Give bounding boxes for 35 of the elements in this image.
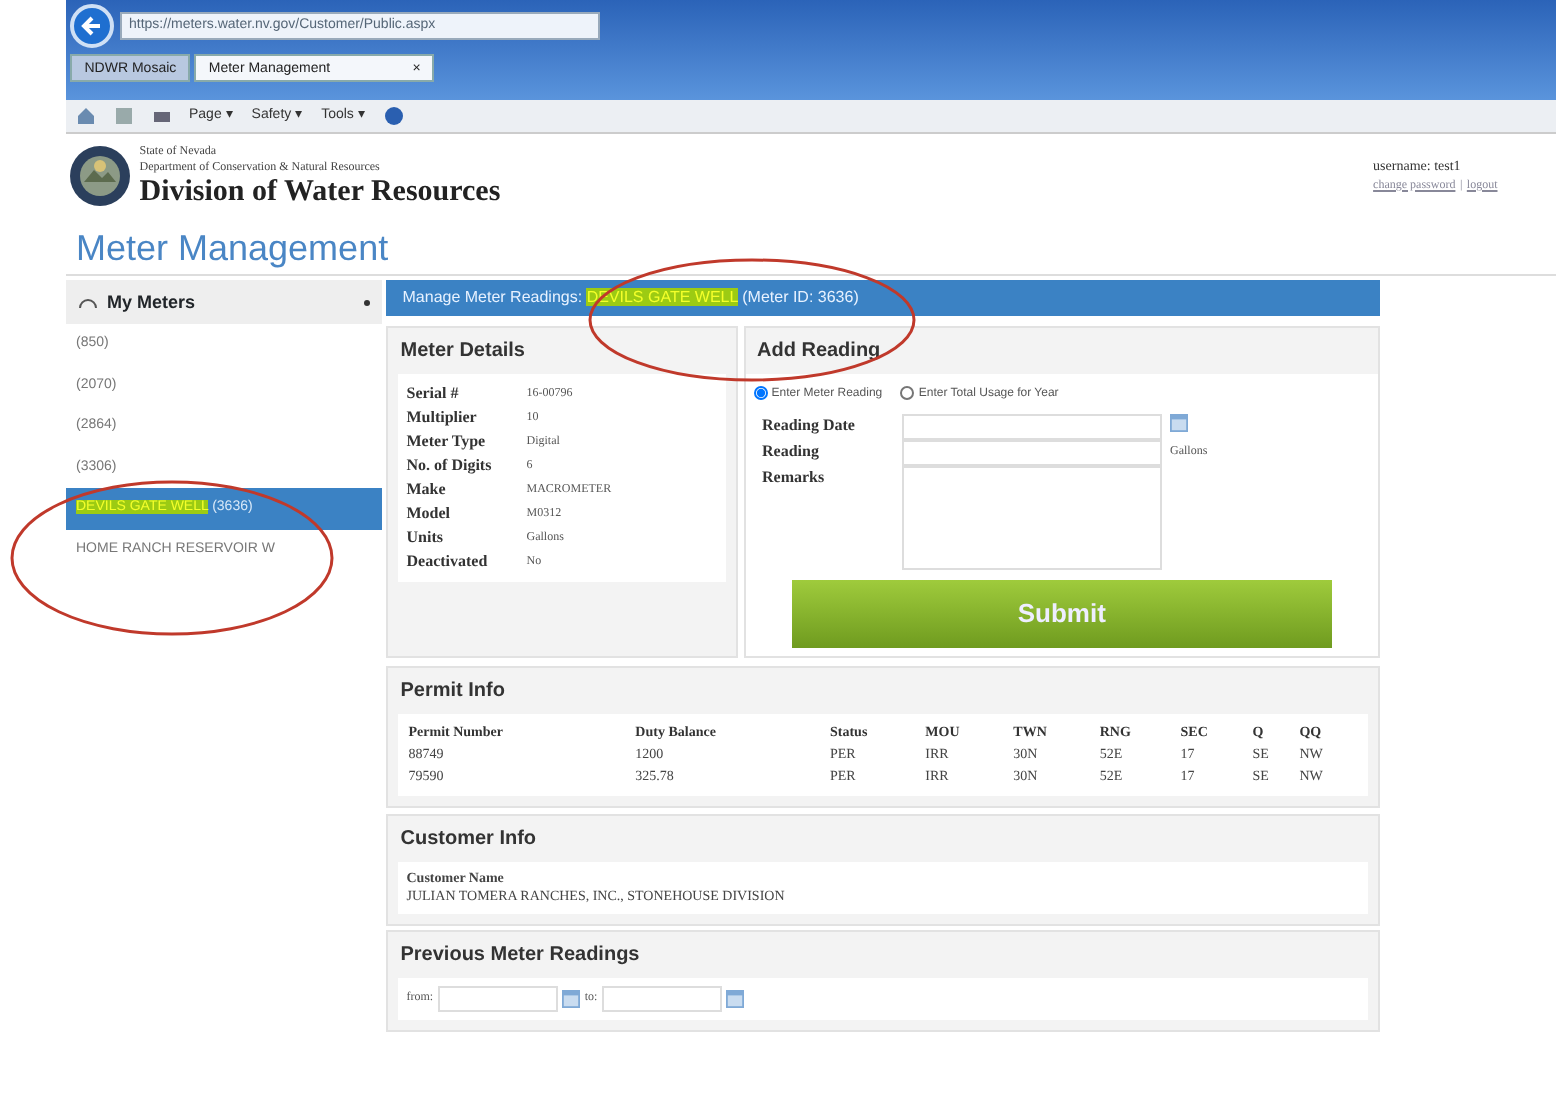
input-field[interactable] — [901, 440, 1161, 467]
field-label: Deactivated — [406, 549, 490, 574]
division-title: Division of Water Resources — [139, 175, 501, 209]
field-label: Serial # — [406, 381, 461, 406]
page-title: Meter Management — [66, 218, 1556, 276]
input-field[interactable] — [901, 414, 1161, 441]
panel-title: Customer Info — [398, 825, 539, 853]
panel-title: Previous Meter Readings — [398, 941, 642, 970]
panel-title: Permit Info — [398, 678, 507, 707]
panel-title: Meter Details — [398, 337, 527, 366]
field-label: No. of Digits — [406, 453, 494, 478]
dot-icon — [364, 299, 370, 306]
seal-logo — [70, 146, 131, 206]
radio-button[interactable] — [900, 386, 915, 401]
calendar-icon[interactable] — [726, 989, 745, 1008]
panel-title: Add Reading — [755, 337, 883, 366]
home-icon[interactable] — [75, 106, 95, 126]
calendar-icon[interactable] — [562, 989, 581, 1008]
sidebar-header[interactable]: My Meters — [66, 280, 382, 325]
field-label: Model — [406, 501, 453, 526]
input-field[interactable] — [437, 985, 558, 1012]
remarks-field[interactable] — [901, 466, 1161, 571]
field-label: Reading — [762, 440, 821, 465]
field-label: Multiplier — [406, 405, 479, 430]
back-button[interactable] — [70, 4, 115, 49]
field-label: Meter Type — [406, 429, 488, 454]
field-label: Make — [406, 477, 448, 502]
back-arrow-icon — [80, 14, 105, 39]
input-field[interactable] — [601, 985, 722, 1012]
gauge-icon — [78, 296, 98, 309]
field-label: Units — [406, 525, 445, 550]
radio-button[interactable] — [753, 386, 767, 401]
field-label: Remarks — [762, 466, 827, 491]
field-label: Reading Date — [762, 414, 857, 439]
calendar-icon[interactable] — [1170, 414, 1188, 433]
